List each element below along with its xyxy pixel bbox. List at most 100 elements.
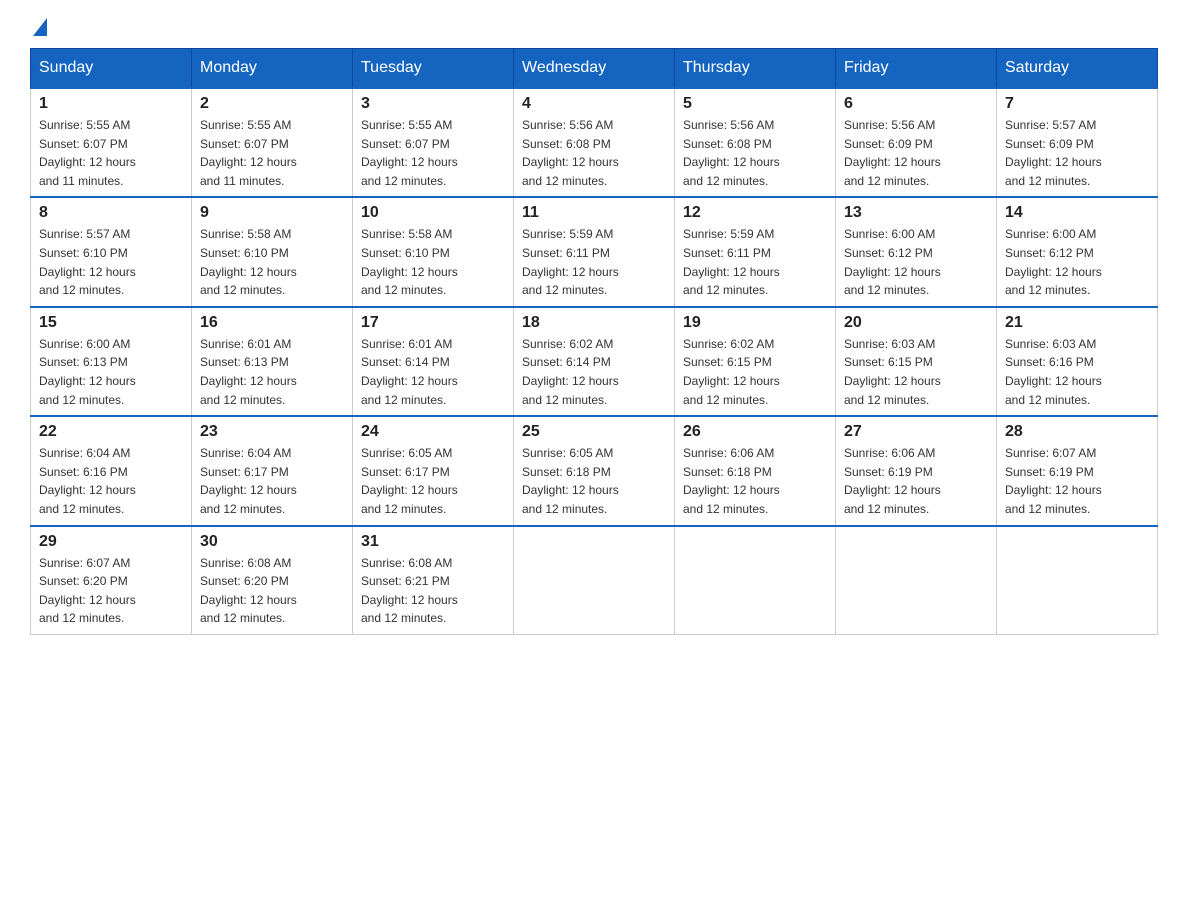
day-info: Sunrise: 5:58 AMSunset: 6:10 PMDaylight:… [200,225,344,299]
day-info: Sunrise: 6:08 AMSunset: 6:20 PMDaylight:… [200,554,344,628]
day-number: 14 [1005,204,1149,222]
day-info: Sunrise: 6:04 AMSunset: 6:16 PMDaylight:… [39,444,183,518]
day-info: Sunrise: 6:05 AMSunset: 6:18 PMDaylight:… [522,444,666,518]
calendar-day-cell: 9 Sunrise: 5:58 AMSunset: 6:10 PMDaylight… [192,197,353,306]
day-number: 8 [39,204,183,222]
day-info: Sunrise: 6:01 AMSunset: 6:13 PMDaylight:… [200,335,344,409]
page-header [30,20,1158,38]
day-info: Sunrise: 6:05 AMSunset: 6:17 PMDaylight:… [361,444,505,518]
calendar-day-cell: 30 Sunrise: 6:08 AMSunset: 6:20 PMDayligh… [192,526,353,635]
day-number: 29 [39,533,183,551]
day-info: Sunrise: 6:06 AMSunset: 6:19 PMDaylight:… [844,444,988,518]
day-number: 3 [361,95,505,113]
calendar-day-cell: 4 Sunrise: 5:56 AMSunset: 6:08 PMDaylight… [514,88,675,197]
day-number: 9 [200,204,344,222]
day-number: 28 [1005,423,1149,441]
calendar-day-cell: 3Sunrise: 5:55 AMSunset: 6:07 PMDaylight… [353,88,514,197]
day-number: 26 [683,423,827,441]
day-number: 5 [683,95,827,113]
day-number: 18 [522,314,666,332]
calendar-week-row: 29 Sunrise: 6:07 AMSunset: 6:20 PMDayligh… [31,526,1158,635]
day-info: Sunrise: 5:56 AMSunset: 6:08 PMDaylight:… [683,116,827,190]
day-info: Sunrise: 6:00 AMSunset: 6:12 PMDaylight:… [844,225,988,299]
calendar-day-cell: 25 Sunrise: 6:05 AMSunset: 6:18 PMDayligh… [514,416,675,525]
calendar-day-cell: 11 Sunrise: 5:59 AMSunset: 6:11 PMDayligh… [514,197,675,306]
calendar-day-cell: 15 Sunrise: 6:00 AMSunset: 6:13 PMDayligh… [31,307,192,416]
calendar-day-cell: 7 Sunrise: 5:57 AMSunset: 6:09 PMDaylight… [997,88,1158,197]
day-of-week-header: Wednesday [514,49,675,89]
day-info: Sunrise: 6:00 AMSunset: 6:12 PMDaylight:… [1005,225,1149,299]
day-number: 6 [844,95,988,113]
calendar-day-cell: 22 Sunrise: 6:04 AMSunset: 6:16 PMDayligh… [31,416,192,525]
day-of-week-header: Thursday [675,49,836,89]
day-number: 1 [39,95,183,113]
calendar-day-cell: 10 Sunrise: 5:58 AMSunset: 6:10 PMDayligh… [353,197,514,306]
day-number: 10 [361,204,505,222]
calendar-day-cell: 19 Sunrise: 6:02 AMSunset: 6:15 PMDayligh… [675,307,836,416]
day-number: 22 [39,423,183,441]
day-number: 12 [683,204,827,222]
day-info: Sunrise: 5:59 AMSunset: 6:11 PMDaylight:… [683,225,827,299]
day-number: 30 [200,533,344,551]
day-number: 13 [844,204,988,222]
logo [30,20,47,38]
day-info: Sunrise: 6:02 AMSunset: 6:14 PMDaylight:… [522,335,666,409]
day-info: Sunrise: 5:55 AMSunset: 6:07 PMDaylight:… [200,116,344,190]
calendar-table: SundayMondayTuesdayWednesdayThursdayFrid… [30,48,1158,635]
day-info: Sunrise: 6:02 AMSunset: 6:15 PMDaylight:… [683,335,827,409]
day-number: 17 [361,314,505,332]
day-number: 24 [361,423,505,441]
day-of-week-header: Sunday [31,49,192,89]
day-info: Sunrise: 5:57 AMSunset: 6:09 PMDaylight:… [1005,116,1149,190]
day-of-week-header: Saturday [997,49,1158,89]
day-info: Sunrise: 6:06 AMSunset: 6:18 PMDaylight:… [683,444,827,518]
day-info: Sunrise: 6:04 AMSunset: 6:17 PMDaylight:… [200,444,344,518]
day-number: 19 [683,314,827,332]
day-info: Sunrise: 5:58 AMSunset: 6:10 PMDaylight:… [361,225,505,299]
day-number: 7 [1005,95,1149,113]
day-number: 15 [39,314,183,332]
calendar-week-row: 22 Sunrise: 6:04 AMSunset: 6:16 PMDayligh… [31,416,1158,525]
calendar-day-cell: 17Sunrise: 6:01 AMSunset: 6:14 PMDayligh… [353,307,514,416]
day-number: 4 [522,95,666,113]
calendar-week-row: 8 Sunrise: 5:57 AMSunset: 6:10 PMDaylight… [31,197,1158,306]
calendar-day-cell: 29 Sunrise: 6:07 AMSunset: 6:20 PMDayligh… [31,526,192,635]
calendar-day-cell: 18 Sunrise: 6:02 AMSunset: 6:14 PMDayligh… [514,307,675,416]
day-info: Sunrise: 6:07 AMSunset: 6:19 PMDaylight:… [1005,444,1149,518]
calendar-day-cell: 6 Sunrise: 5:56 AMSunset: 6:09 PMDaylight… [836,88,997,197]
day-of-week-header: Tuesday [353,49,514,89]
day-number: 20 [844,314,988,332]
day-info: Sunrise: 5:56 AMSunset: 6:08 PMDaylight:… [522,116,666,190]
calendar-week-row: 15 Sunrise: 6:00 AMSunset: 6:13 PMDayligh… [31,307,1158,416]
day-number: 25 [522,423,666,441]
day-info: Sunrise: 5:57 AMSunset: 6:10 PMDaylight:… [39,225,183,299]
calendar-day-cell [675,526,836,635]
day-number: 27 [844,423,988,441]
calendar-day-cell: 26 Sunrise: 6:06 AMSunset: 6:18 PMDayligh… [675,416,836,525]
calendar-day-cell: 27 Sunrise: 6:06 AMSunset: 6:19 PMDayligh… [836,416,997,525]
day-number: 21 [1005,314,1149,332]
day-info: Sunrise: 5:59 AMSunset: 6:11 PMDaylight:… [522,225,666,299]
calendar-day-cell: 16 Sunrise: 6:01 AMSunset: 6:13 PMDayligh… [192,307,353,416]
calendar-day-cell: 24 Sunrise: 6:05 AMSunset: 6:17 PMDayligh… [353,416,514,525]
calendar-day-cell: 31 Sunrise: 6:08 AMSunset: 6:21 PMDayligh… [353,526,514,635]
calendar-day-cell [997,526,1158,635]
day-info: Sunrise: 5:56 AMSunset: 6:09 PMDaylight:… [844,116,988,190]
calendar-day-cell: 13 Sunrise: 6:00 AMSunset: 6:12 PMDayligh… [836,197,997,306]
calendar-day-cell: 28 Sunrise: 6:07 AMSunset: 6:19 PMDayligh… [997,416,1158,525]
day-number: 16 [200,314,344,332]
calendar-day-cell: 23Sunrise: 6:04 AMSunset: 6:17 PMDayligh… [192,416,353,525]
day-info: Sunrise: 6:00 AMSunset: 6:13 PMDaylight:… [39,335,183,409]
calendar-day-cell: 2Sunrise: 5:55 AMSunset: 6:07 PMDaylight… [192,88,353,197]
day-number: 31 [361,533,505,551]
calendar-day-cell [514,526,675,635]
day-info: Sunrise: 6:07 AMSunset: 6:20 PMDaylight:… [39,554,183,628]
calendar-day-cell: 1Sunrise: 5:55 AMSunset: 6:07 PMDaylight… [31,88,192,197]
day-number: 11 [522,204,666,222]
calendar-day-cell: 21 Sunrise: 6:03 AMSunset: 6:16 PMDayligh… [997,307,1158,416]
calendar-day-cell: 12 Sunrise: 5:59 AMSunset: 6:11 PMDayligh… [675,197,836,306]
day-info: Sunrise: 6:08 AMSunset: 6:21 PMDaylight:… [361,554,505,628]
day-info: Sunrise: 6:03 AMSunset: 6:15 PMDaylight:… [844,335,988,409]
day-info: Sunrise: 6:03 AMSunset: 6:16 PMDaylight:… [1005,335,1149,409]
logo-triangle-icon [33,18,47,36]
